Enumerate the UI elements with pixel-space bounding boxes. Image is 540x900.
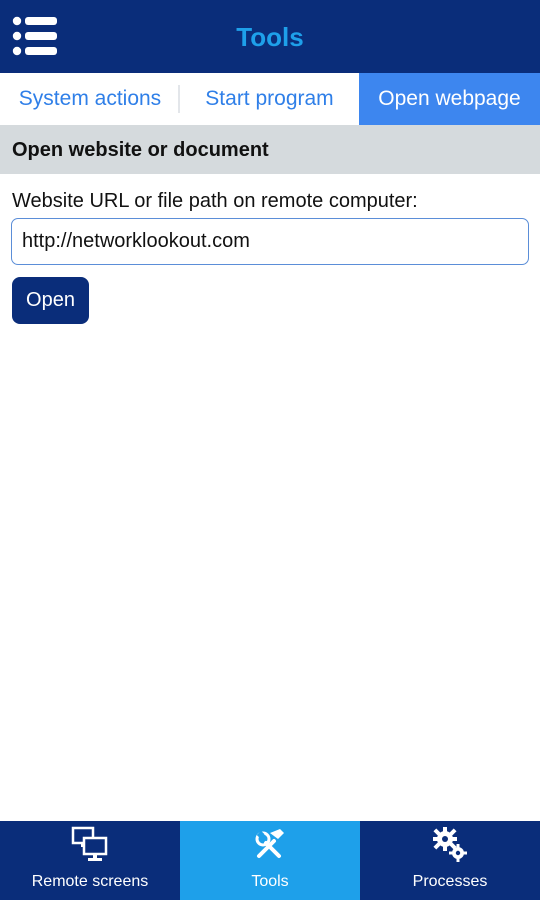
app-header: Tools (0, 0, 540, 73)
nav-tools[interactable]: Tools (180, 821, 360, 900)
url-field-label: Website URL or file path on remote compu… (12, 190, 418, 212)
nav-label: Processes (412, 873, 488, 890)
tab-label: Start program (205, 87, 334, 110)
tab-label: System actions (18, 87, 162, 110)
nav-processes[interactable]: Processes (360, 821, 540, 900)
tab-system-actions[interactable]: System actions (0, 73, 180, 125)
page-title: Tools (236, 22, 304, 52)
nav-label: Tools (251, 873, 289, 890)
bottom-nav: Remote screens Tools Processes (0, 821, 540, 900)
tab-bar: System actions Start program Open webpag… (0, 73, 540, 125)
tools-icon (180, 825, 360, 865)
tab-start-program[interactable]: Start program (180, 73, 359, 125)
gears-icon (360, 825, 540, 865)
url-input[interactable] (11, 218, 529, 265)
tab-open-webpage[interactable]: Open webpage (359, 73, 540, 125)
nav-remote-screens[interactable]: Remote screens (0, 821, 180, 900)
open-button[interactable]: Open (12, 277, 89, 324)
section-title: Open website or document (0, 125, 540, 174)
tab-label: Open webpage (378, 87, 521, 110)
monitors-icon (0, 825, 180, 865)
nav-label: Remote screens (31, 873, 149, 890)
